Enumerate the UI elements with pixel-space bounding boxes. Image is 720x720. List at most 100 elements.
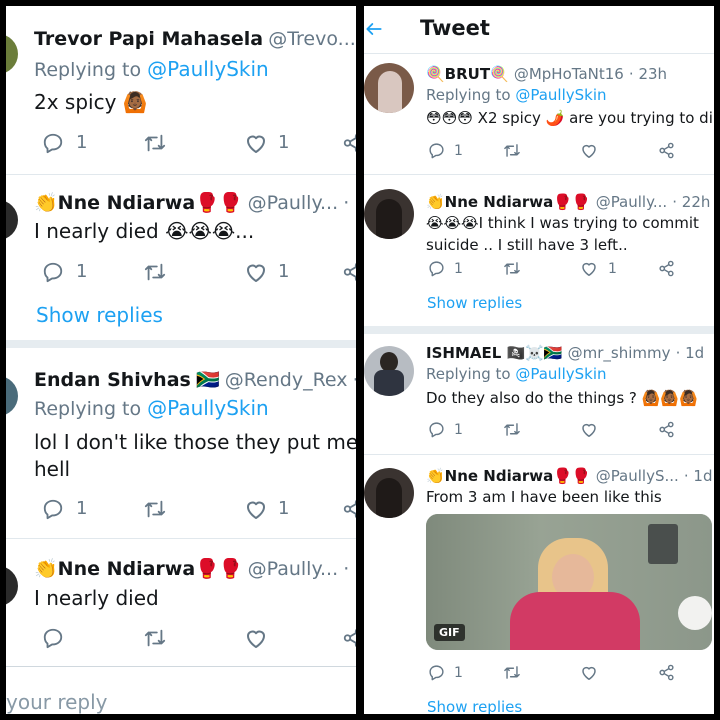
timestamp: · 1d — [675, 344, 705, 362]
reply-icon[interactable] — [42, 261, 64, 283]
user-handle: @PaullyS... — [595, 467, 679, 485]
like-icon[interactable] — [244, 261, 268, 283]
user-name[interactable]: Endan Shivhas — [34, 369, 191, 391]
replying-label: Replying to — [34, 59, 148, 81]
reply-icon[interactable] — [428, 260, 445, 277]
like-icon[interactable] — [244, 498, 268, 520]
like-icon[interactable] — [580, 421, 598, 438]
arrow-left-icon[interactable] — [364, 19, 384, 39]
like-count: 1 — [278, 498, 290, 519]
reply-count: 1 — [454, 261, 463, 277]
user-handle: @Trevo... — [268, 28, 356, 50]
divider — [6, 538, 356, 539]
replying-label: Replying to — [426, 86, 516, 104]
reply-count: 1 — [454, 422, 463, 438]
retweet-icon[interactable] — [142, 498, 168, 520]
tweet-text: 😳😳😳 X2 spicy 🌶️ are you trying to di — [426, 109, 713, 127]
divider — [6, 666, 356, 667]
avatar[interactable] — [6, 200, 18, 240]
tweet-text: lol I don't like those they put me th — [34, 430, 356, 454]
user-name[interactable]: ISHMAEL 🏴‍☠️☠️🇿🇦 — [426, 344, 563, 362]
retweet-icon[interactable] — [142, 627, 168, 649]
user-handle: @Paully... — [247, 558, 339, 580]
tweet-text: suicide .. I still have 3 left.. — [426, 236, 628, 254]
like-icon[interactable] — [580, 260, 598, 277]
retweet-icon[interactable] — [502, 260, 522, 277]
name-emoji: 🥊🥊 — [195, 192, 243, 214]
user-name[interactable]: 🍭BRUT🍭 — [426, 65, 509, 83]
like-icon[interactable] — [244, 132, 268, 154]
mention-link[interactable]: @PaullySkin — [147, 396, 269, 420]
divider — [6, 174, 356, 175]
reply-icon[interactable] — [428, 664, 445, 681]
replying-label: Replying to — [34, 398, 148, 420]
reply-icon[interactable] — [42, 132, 64, 154]
reply-icon[interactable] — [428, 142, 445, 159]
retweet-icon[interactable] — [502, 421, 522, 438]
retweet-icon[interactable] — [142, 261, 168, 283]
share-icon[interactable] — [658, 421, 675, 438]
avatar[interactable] — [364, 468, 414, 518]
share-icon[interactable] — [342, 261, 356, 283]
share-icon[interactable] — [658, 142, 675, 159]
tweet-text: From 3 am I have been like this — [426, 488, 662, 506]
avatar[interactable] — [6, 566, 18, 606]
user-name[interactable]: Nne Ndiarwa — [58, 192, 196, 214]
mention-link[interactable]: @PaullySkin — [515, 86, 606, 104]
reply-icon[interactable] — [42, 498, 64, 520]
tweet-text: hell — [34, 457, 71, 481]
share-icon[interactable] — [658, 260, 675, 277]
mention-link[interactable]: @PaullySkin — [147, 57, 269, 81]
avatar[interactable] — [364, 63, 414, 113]
mention-link[interactable]: @PaullySkin — [515, 365, 606, 383]
share-icon[interactable] — [342, 498, 356, 520]
divider — [364, 174, 714, 175]
timestamp: · 22h — [672, 193, 711, 211]
avatar[interactable] — [364, 189, 414, 239]
tweet-text: Do they also do the things ? 🙆🏾🙆🏾🙆🏾 — [426, 389, 698, 407]
like-count: 1 — [278, 261, 290, 282]
user-name[interactable]: Nne Ndiarwa — [58, 558, 196, 580]
divider — [364, 454, 714, 455]
tweet-text: I nearly died — [34, 586, 159, 610]
reply-icon[interactable] — [42, 627, 64, 649]
timestamp: · 23h — [628, 65, 668, 83]
like-icon[interactable] — [244, 627, 268, 649]
gif-media[interactable]: GIF — [426, 514, 712, 650]
tweet-text: I nearly died 😭😭😭... — [34, 219, 255, 243]
show-replies-link[interactable]: Show replies — [427, 698, 522, 714]
show-replies-link[interactable]: Show replies — [427, 294, 522, 312]
reply-count: 1 — [76, 132, 88, 153]
retweet-icon[interactable] — [502, 664, 522, 681]
share-icon[interactable] — [342, 627, 356, 649]
name-emoji: 👏 — [34, 558, 58, 580]
avatar[interactable] — [6, 34, 18, 74]
user-name[interactable]: 👏Nne Ndiarwa🥊🥊 — [426, 193, 591, 211]
reply-count: 1 — [454, 665, 463, 681]
like-icon[interactable] — [580, 142, 598, 159]
page-title: Tweet — [420, 16, 490, 40]
flag-emoji: 🇿🇦 — [195, 369, 220, 391]
reply-icon[interactable] — [428, 421, 445, 438]
avatar[interactable] — [6, 376, 18, 416]
user-handle: @MpHoTaNt16 — [513, 65, 624, 83]
divider — [6, 340, 356, 348]
name-emoji: 👏 — [34, 192, 58, 214]
right-screenshot: Tweet 🍭BRUT🍭 @MpHoTaNt16 · 23h Replying … — [364, 6, 714, 714]
retweet-icon[interactable] — [142, 132, 168, 154]
avatar[interactable] — [364, 346, 414, 396]
show-replies-link[interactable]: Show replies — [36, 303, 163, 327]
reply-count: 1 — [76, 261, 88, 282]
user-handle: @Paully... — [595, 193, 668, 211]
user-name[interactable]: Trevor Papi Mahasela — [34, 28, 263, 50]
share-icon[interactable] — [658, 664, 675, 681]
user-handle: @Paully... — [247, 192, 339, 214]
like-icon[interactable] — [580, 664, 598, 681]
replying-label: Replying to — [426, 365, 516, 383]
retweet-icon[interactable] — [502, 142, 522, 159]
share-icon[interactable] — [342, 132, 356, 154]
tweet-text: 😭😭😭I think I was trying to commit — [426, 214, 699, 232]
reply-input[interactable]: your reply — [6, 690, 108, 714]
user-name[interactable]: 👏Nne Ndiarwa🥊🥊 — [426, 467, 591, 485]
reply-count: 1 — [454, 143, 463, 159]
